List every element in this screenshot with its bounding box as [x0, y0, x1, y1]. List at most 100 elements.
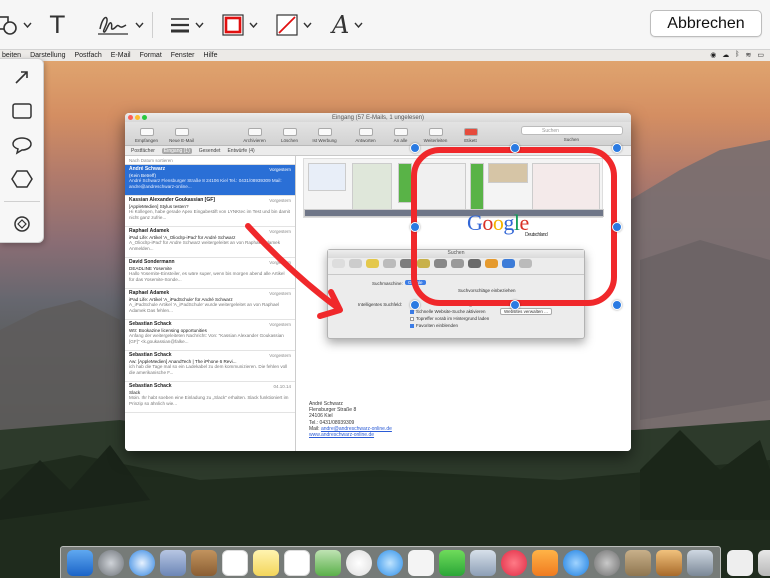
selection-handle-right[interactable]: [612, 222, 622, 232]
selection-handle-bottom-right[interactable]: [612, 300, 622, 310]
line-style-button[interactable]: [170, 8, 204, 42]
message-list[interactable]: Nach Datum sortieren André Schwarz Vorges…: [125, 156, 296, 451]
launchpad-icon[interactable]: [98, 549, 124, 576]
suggestions-option[interactable]: Suchvorschläge einbeziehen: [458, 288, 516, 293]
calendar-icon[interactable]: [222, 549, 248, 576]
reply-button[interactable]: Antworten: [348, 128, 383, 143]
junk-button[interactable]: Ist Werbung: [307, 128, 342, 143]
screenshot-app-icon[interactable]: [687, 549, 713, 576]
garageband-icon[interactable]: [656, 549, 682, 576]
hexagon-shape-icon[interactable]: [10, 167, 34, 191]
fill-color-button[interactable]: [276, 8, 312, 42]
reply-all-button[interactable]: An alle: [383, 128, 418, 143]
zoom-icon[interactable]: [142, 115, 147, 120]
line-style-icon: [171, 18, 189, 33]
safari-icon[interactable]: [129, 549, 155, 576]
cancel-button[interactable]: Abbrechen: [650, 10, 762, 37]
mail-icon[interactable]: [160, 549, 186, 576]
maps-icon[interactable]: [315, 549, 341, 576]
message-preview: Moin. Ihr habt soeben eine Einladung zu …: [129, 395, 289, 406]
cloud-icon[interactable]: ☁: [722, 51, 729, 59]
wifi-icon[interactable]: ≋: [746, 51, 752, 59]
delete-button[interactable]: Löschen: [272, 128, 307, 143]
message-row[interactable]: André Schwarz Vorgestern (Kein Betreff) And…: [125, 165, 295, 196]
facetime-icon[interactable]: [439, 549, 465, 576]
app-store-icon[interactable]: [563, 549, 589, 576]
mail-window[interactable]: Eingang (57 E-Mails, 1 ungelesen) Empfan…: [125, 113, 631, 451]
favorite-sent[interactable]: Gesendet: [199, 148, 221, 154]
menu-help[interactable]: Hilfe: [204, 52, 218, 59]
selection-handle-top-left[interactable]: [410, 143, 420, 153]
include-suggestions[interactable]: Vorschläge einbeziehen: [452, 302, 500, 307]
message-row[interactable]: Raphael Adamek Vorgestern iPad Life: Artik…: [125, 289, 295, 320]
mail-search-input[interactable]: Suchen: [521, 126, 623, 135]
menu-window[interactable]: Fenster: [171, 52, 195, 59]
search-engine-select[interactable]: Google: [405, 280, 426, 285]
favorite-drafts[interactable]: Entwürfe (4): [227, 148, 254, 154]
minimize-icon[interactable]: [135, 115, 140, 120]
reminders-icon[interactable]: [284, 549, 310, 576]
trash-icon[interactable]: [758, 549, 770, 576]
archive-button[interactable]: Archivieren: [237, 128, 272, 143]
message-row[interactable]: Kassian Alexander Goukassian [GF] Vorgest…: [125, 196, 295, 227]
selection-handle-top-right[interactable]: [612, 143, 622, 153]
text-tool-button[interactable]: T: [50, 8, 65, 42]
eye-icon[interactable]: ◉: [710, 51, 716, 59]
pages-icon[interactable]: [408, 549, 434, 576]
photos-icon[interactable]: [346, 549, 372, 576]
message-row[interactable]: Sebastian Schack 04.10.14 Slack Moin. Ihr h…: [125, 382, 295, 413]
contacts-icon[interactable]: [191, 549, 217, 576]
messages-icon[interactable]: [377, 549, 403, 576]
message-row[interactable]: Raphael Adamek Vorgestern iPad Life: Artik…: [125, 227, 295, 258]
menu-format[interactable]: Format: [140, 52, 162, 59]
selection-handle-left[interactable]: [410, 222, 420, 232]
rectangle-shape-icon[interactable]: [10, 99, 34, 123]
window-controls[interactable]: [128, 115, 147, 120]
preview-icon[interactable]: [470, 549, 496, 576]
message-row[interactable]: David Sondermann Vorgestern DEADLINE Yosem…: [125, 258, 295, 289]
message-row[interactable]: Sebastian Schack Vorgestern Wtr: Bookazine…: [125, 320, 295, 351]
signature-mail-link[interactable]: andre@andreschwarz-online.de: [321, 426, 392, 432]
chevron-down-icon: [249, 22, 258, 28]
font-style-button[interactable]: A: [332, 8, 363, 42]
show-favorites[interactable]: Favoriten einblenden: [410, 323, 458, 328]
shapes-tool-button[interactable]: [0, 8, 32, 42]
document-icon[interactable]: [727, 549, 753, 576]
menu-message[interactable]: E-Mail: [111, 52, 131, 59]
prefs-tabs[interactable]: [328, 258, 584, 275]
arrow-shape-icon[interactable]: [10, 65, 34, 89]
close-icon[interactable]: [128, 115, 133, 120]
finder-icon[interactable]: [67, 549, 93, 576]
menu-mailbox[interactable]: Postfach: [75, 52, 102, 59]
favorite-inbox[interactable]: Eingang (1): [161, 147, 192, 154]
system-preferences-icon[interactable]: [594, 549, 620, 576]
new-mail-button[interactable]: Neue E-Mail: [164, 128, 199, 143]
macos-menubar: beiten Darstellung Postfach E-Mail Forma…: [0, 50, 770, 61]
selection-handle-top[interactable]: [510, 143, 520, 153]
ibooks-icon[interactable]: [532, 549, 558, 576]
quick-website-search[interactable]: Schnelle Website-Suche aktivieren: [410, 309, 485, 314]
favorite-mailboxes[interactable]: Postfächer: [131, 148, 155, 154]
signature-tool-button[interactable]: [96, 8, 144, 42]
border-color-button[interactable]: [222, 8, 258, 42]
signature-web-link[interactable]: www.andreschwarz-online.de: [309, 432, 374, 438]
bluetooth-icon[interactable]: ᛒ: [735, 51, 739, 59]
itunes-icon[interactable]: [501, 549, 527, 576]
manage-websites-button[interactable]: Websites verwalten ...: [500, 308, 552, 315]
speech-bubble-icon[interactable]: [10, 133, 34, 157]
message-row[interactable]: Sebastian Schack Vorgestern Aw: [AppleMedi…: [125, 351, 295, 382]
flag-button[interactable]: Etikett: [453, 128, 488, 143]
forward-button[interactable]: Weiterleiten: [418, 128, 453, 143]
sort-menu[interactable]: Nach Datum sortieren: [125, 156, 295, 165]
keychain-icon[interactable]: [625, 549, 651, 576]
selection-handle-bottom-left[interactable]: [410, 300, 420, 310]
battery-icon[interactable]: ▭: [757, 51, 764, 59]
get-mail-button[interactable]: Empfangen: [129, 128, 164, 143]
safari-preferences-window[interactable]: Suchen Suchmaschine: Google Suchvorschlä…: [327, 249, 585, 339]
selection-handle-bottom[interactable]: [510, 300, 520, 310]
preload-top-hit[interactable]: Topreffer vorab im Hintergrund laden: [410, 316, 489, 321]
text-icon: T: [50, 11, 65, 39]
message-viewer[interactable]: Google Deutschland Suchen Suchmaschine: …: [297, 156, 631, 451]
notes-icon[interactable]: [253, 549, 279, 576]
loupe-icon[interactable]: [10, 212, 34, 236]
